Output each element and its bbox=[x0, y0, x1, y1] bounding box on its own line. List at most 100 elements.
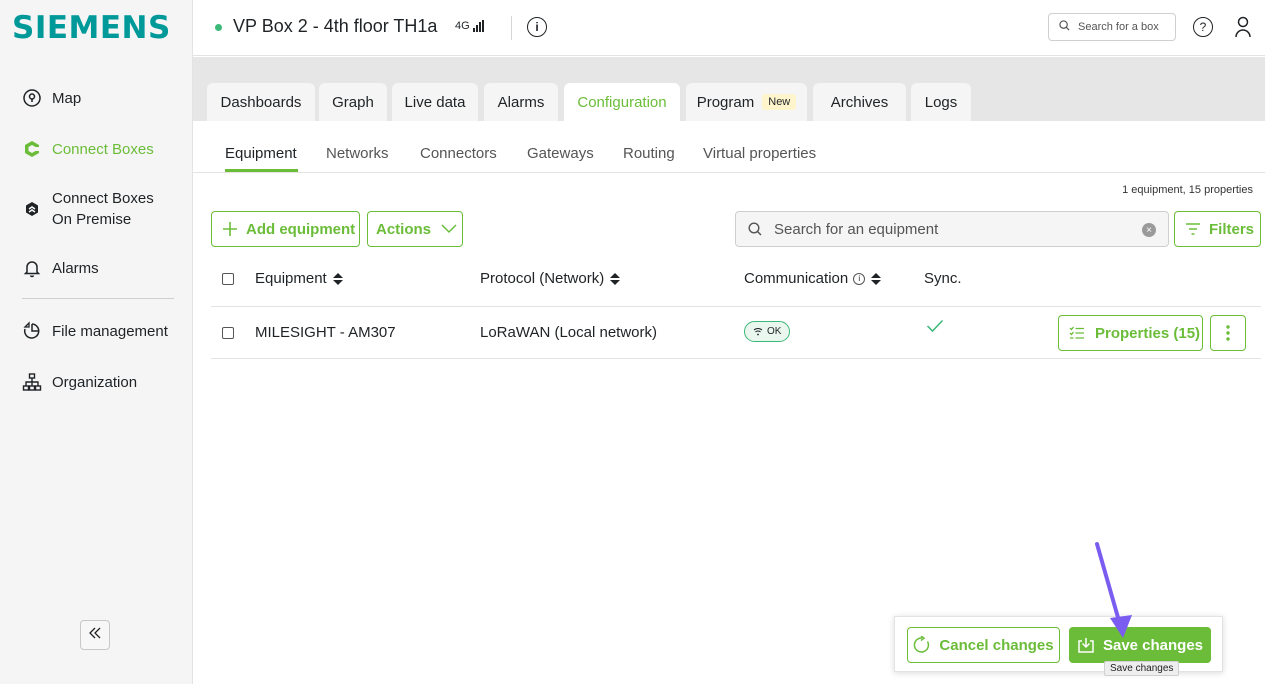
sidebar-divider bbox=[22, 298, 174, 299]
actions-label: Actions bbox=[376, 220, 432, 238]
sidebar-item-label: Connect Boxes bbox=[52, 140, 154, 158]
collapse-sidebar-button[interactable] bbox=[80, 620, 110, 650]
cancel-changes-button[interactable]: Cancel changes bbox=[907, 627, 1060, 663]
tab-label: Configuration bbox=[577, 93, 667, 111]
add-equipment-button[interactable]: Add equipment bbox=[211, 211, 360, 247]
box-title: VP Box 2 - 4th floor TH1a bbox=[233, 16, 438, 36]
top-header: VP Box 2 - 4th floor TH1a 4G i Search fo… bbox=[193, 0, 1265, 56]
tab-alarms[interactable]: Alarms bbox=[484, 83, 558, 121]
file-management-icon bbox=[22, 321, 42, 341]
sidebar-item-label: Organization bbox=[52, 373, 138, 391]
undo-icon bbox=[913, 636, 931, 654]
network-type-label: 4G bbox=[455, 20, 470, 32]
info-icon[interactable]: i bbox=[853, 272, 866, 285]
help-icon[interactable]: ? bbox=[1193, 17, 1213, 37]
column-label: Communication bbox=[744, 270, 849, 287]
tab-configuration[interactable]: Configuration bbox=[564, 83, 680, 121]
column-label: Equipment bbox=[255, 270, 327, 287]
filter-icon bbox=[1185, 223, 1201, 235]
sort-icon bbox=[610, 272, 621, 285]
tab-label: Program bbox=[696, 93, 755, 111]
tab-graph[interactable]: Graph bbox=[319, 83, 387, 121]
header-divider bbox=[511, 16, 512, 40]
equipment-table-header: Equipment Protocol (Network) Communicati… bbox=[211, 258, 1261, 307]
table-row: MILESIGHT - AM307 LoRaWAN (Local network… bbox=[211, 307, 1261, 359]
tab-label: Archives bbox=[830, 93, 889, 111]
subtab-gateways[interactable]: Gateways bbox=[527, 145, 594, 162]
sidebar-item-organization[interactable]: Organization bbox=[22, 372, 137, 392]
column-sync: Sync. bbox=[924, 270, 962, 287]
configuration-subtabs: Equipment Networks Connectors Gateways R… bbox=[193, 121, 1265, 173]
search-icon bbox=[1059, 20, 1070, 34]
tab-live-data[interactable]: Live data bbox=[392, 83, 478, 121]
sidebar-item-label: Alarms bbox=[52, 259, 99, 277]
sidebar-item-alarms[interactable]: Alarms bbox=[22, 258, 99, 278]
filters-button[interactable]: Filters bbox=[1174, 211, 1261, 247]
row-more-actions-button[interactable] bbox=[1210, 315, 1246, 351]
box-search-input[interactable]: Search for a box bbox=[1048, 13, 1176, 41]
cancel-changes-label: Cancel changes bbox=[939, 636, 1054, 654]
sidebar-item-label: File management bbox=[52, 322, 168, 340]
subtab-networks[interactable]: Networks bbox=[326, 145, 389, 162]
column-protocol[interactable]: Protocol (Network) bbox=[480, 270, 621, 287]
online-status-dot bbox=[215, 24, 222, 31]
user-icon[interactable] bbox=[1233, 15, 1253, 39]
search-icon bbox=[748, 222, 762, 236]
network-signal-indicator: 4G bbox=[455, 20, 484, 32]
double-chevron-left-icon bbox=[88, 626, 102, 645]
tab-logs[interactable]: Logs bbox=[911, 83, 971, 121]
on-premise-icon bbox=[22, 199, 42, 219]
wifi-icon bbox=[753, 327, 763, 336]
column-communication[interactable]: Communication i bbox=[744, 270, 882, 287]
equipment-name: MILESIGHT - AM307 bbox=[255, 324, 396, 341]
sort-icon bbox=[332, 272, 343, 285]
communication-status-badge: OK bbox=[744, 321, 791, 342]
subtab-connectors[interactable]: Connectors bbox=[420, 145, 497, 162]
sidebar-item-label: Map bbox=[52, 89, 82, 107]
organization-icon bbox=[22, 372, 42, 392]
checklist-icon bbox=[1069, 326, 1085, 340]
equipment-protocol: LoRaWAN (Local network) bbox=[480, 324, 658, 341]
select-all-checkbox[interactable] bbox=[222, 273, 234, 285]
subtab-virtual-properties[interactable]: Virtual properties bbox=[703, 145, 816, 162]
save-changes-tooltip: Save changes bbox=[1104, 661, 1180, 676]
column-equipment[interactable]: Equipment bbox=[255, 270, 343, 287]
properties-button[interactable]: Properties (15) bbox=[1058, 315, 1203, 351]
info-icon[interactable]: i bbox=[527, 17, 547, 37]
subtab-routing[interactable]: Routing bbox=[623, 145, 675, 162]
sidebar-item-connect-boxes[interactable]: Connect Boxes bbox=[22, 139, 154, 159]
kebab-menu-icon bbox=[1226, 325, 1230, 341]
main-tabs: Dashboards Graph Live data Alarms Config… bbox=[193, 57, 1265, 121]
add-equipment-label: Add equipment bbox=[246, 220, 356, 238]
tab-label: Alarms bbox=[497, 93, 545, 111]
sidebar-item-label: Connect Boxes bbox=[52, 190, 154, 207]
column-label: Sync. bbox=[924, 270, 962, 287]
check-icon bbox=[926, 317, 944, 338]
tab-program[interactable]: Program New bbox=[686, 83, 807, 121]
sidebar-item-map[interactable]: Map bbox=[22, 88, 81, 108]
tab-label: Graph bbox=[332, 93, 374, 111]
signal-bars-icon bbox=[472, 20, 484, 32]
column-label: Protocol (Network) bbox=[480, 270, 605, 287]
new-badge: New bbox=[762, 94, 797, 110]
sidebar-item-label-secondary: On Premise bbox=[52, 211, 132, 228]
actions-dropdown[interactable]: Actions bbox=[367, 211, 463, 247]
connect-box-icon bbox=[22, 139, 42, 159]
equipment-search-input[interactable]: Search for an equipment × bbox=[735, 211, 1169, 247]
plus-icon bbox=[222, 221, 238, 237]
tab-label: Dashboards bbox=[220, 93, 302, 111]
chevron-down-icon bbox=[441, 224, 457, 234]
sidebar-item-file-management[interactable]: File management bbox=[22, 321, 168, 341]
sort-icon bbox=[871, 272, 882, 285]
row-checkbox[interactable] bbox=[222, 327, 234, 339]
tab-dashboards[interactable]: Dashboards bbox=[207, 83, 315, 121]
tab-archives[interactable]: Archives bbox=[813, 83, 906, 121]
box-search-placeholder: Search for a box bbox=[1078, 21, 1159, 33]
clear-search-icon[interactable]: × bbox=[1142, 223, 1156, 237]
active-subtab-indicator bbox=[225, 169, 298, 172]
equipment-summary: 1 equipment, 15 properties bbox=[1122, 184, 1253, 196]
sidebar-item-connect-boxes-on-premise[interactable]: Connect Boxes On Premise bbox=[22, 188, 154, 230]
subtab-equipment[interactable]: Equipment bbox=[225, 145, 297, 162]
bell-icon bbox=[22, 258, 42, 278]
map-pin-icon bbox=[22, 88, 42, 108]
